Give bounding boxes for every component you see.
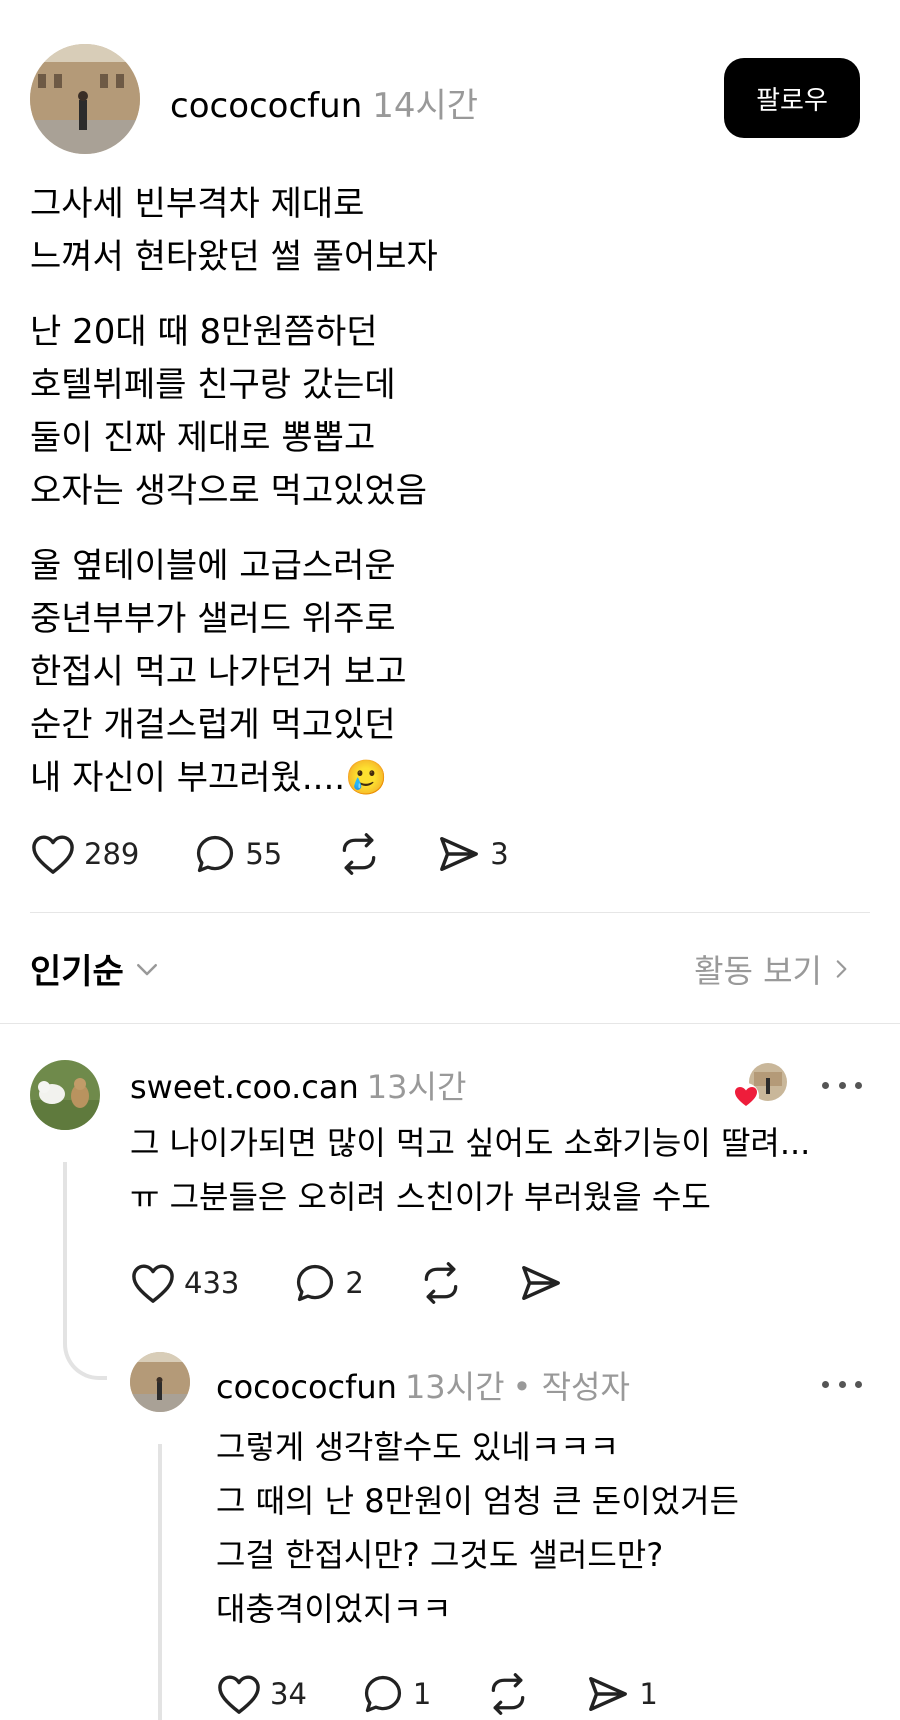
share-button[interactable]: 3: [436, 833, 509, 875]
reply-reply-button[interactable]: 1: [361, 1673, 431, 1715]
author-avatar[interactable]: [30, 44, 140, 154]
reply-username[interactable]: cocococfun: [216, 1368, 397, 1406]
repost-icon: [492, 1673, 525, 1715]
heart-icon: [132, 1264, 174, 1303]
comment-line: 그 나이가되면 많이 먹고 싶어도 소화기능이 딸려...: [130, 1124, 811, 1162]
view-activity-link[interactable]: 활동 보기: [694, 946, 854, 992]
repost-icon: [424, 1262, 458, 1304]
reply-text: 그렇게 생각할수도 있네ㅋㅋㅋ 그 때의 난 8만원이 엄청 큰 돈이었거든 그…: [216, 1420, 876, 1636]
post-time: 14시간: [372, 86, 479, 126]
comment-actions: 433 2: [130, 1261, 618, 1305]
reply-line: 대충격이었지ㅋㅋ: [216, 1590, 452, 1628]
comment-like-count: 433: [184, 1266, 240, 1300]
more-icon[interactable]: [822, 1374, 862, 1394]
divider: [30, 912, 870, 913]
comment-icon: [197, 835, 234, 873]
comment-text: 그 나이가되면 많이 먹고 싶어도 소화기능이 딸려... ㅠ 그분들은 오히려…: [130, 1116, 890, 1224]
chevron-right-icon: [836, 960, 847, 978]
reply-repost-button[interactable]: [485, 1672, 531, 1716]
post-user-line: cocococfun 14시간: [170, 78, 478, 127]
more-icon[interactable]: [822, 1075, 862, 1095]
sort-dropdown[interactable]: 인기순: [30, 944, 162, 993]
comment-icon: [364, 1675, 401, 1713]
post-line: 그사세 빈부격차 제대로: [30, 184, 365, 224]
reply-like-count: 34: [270, 1677, 307, 1711]
send-icon: [440, 837, 479, 871]
post-paragraph: 울 옆테이블에 고급스러운 중년부부가 샐러드 위주로 한접시 먹고 나가던거 …: [30, 540, 860, 805]
activity-label: 활동 보기: [694, 952, 822, 990]
post-line: 순간 개걸스럽게 먹고있던: [30, 705, 396, 745]
comment-line: ㅠ 그분들은 오히려 스친이가 부러웠을 수도: [130, 1178, 711, 1216]
post-line: 둘이 진짜 제대로 뽕뽑고: [30, 418, 376, 458]
commenter-avatar[interactable]: [30, 1060, 100, 1130]
reply-user-line: cocococfun 13시간 • 작성자: [216, 1362, 630, 1408]
author-liked-badge: [732, 1062, 788, 1114]
sort-label: 인기순: [30, 952, 124, 992]
reply-line: 그렇게 생각할수도 있네ㅋㅋㅋ: [216, 1428, 620, 1466]
reply-line: 그걸 한접시만? 그것도 샐러드만?: [216, 1536, 664, 1574]
repost-icon: [342, 833, 376, 875]
post-line: 내 자신이 부끄러웠....🥲: [30, 758, 388, 798]
comment-user-line: sweet.coo.can 13시간: [130, 1062, 466, 1108]
post-body: 그사세 빈부격차 제대로 느껴서 현타왔던 썰 풀어보자 난 20대 때 8만원…: [30, 178, 860, 827]
reply-share-count: 1: [639, 1677, 658, 1711]
reply-reply-count: 1: [412, 1677, 432, 1711]
like-button[interactable]: 289: [30, 833, 139, 875]
post-line: 울 옆테이블에 고급스러운: [30, 546, 396, 586]
reply-author-avatar[interactable]: [130, 1352, 190, 1412]
reply-time: 13시간: [404, 1368, 505, 1406]
send-icon: [589, 1677, 628, 1711]
share-count: 3: [490, 837, 509, 871]
post-line: 호텔뷔페를 친구랑 갔는데: [30, 365, 396, 405]
author-username[interactable]: cocococfun: [170, 86, 362, 126]
reply-line: 그 때의 난 8만원이 엄청 큰 돈이었거든: [216, 1482, 739, 1520]
comment-username[interactable]: sweet.coo.can: [130, 1068, 359, 1106]
heart-icon: [32, 835, 74, 874]
post-line: 중년부부가 샐러드 위주로: [30, 599, 396, 639]
divider: [0, 1023, 900, 1024]
thread-connector: [63, 1162, 107, 1380]
comment-repost-button[interactable]: [418, 1261, 464, 1305]
post-header: cocococfun 14시간 팔로우: [30, 44, 860, 154]
thread-line: [158, 1444, 162, 1720]
comment-icon: [297, 1264, 334, 1302]
like-count: 289: [84, 837, 140, 871]
send-icon: [521, 1266, 560, 1300]
reply-share-button[interactable]: 1: [585, 1673, 658, 1715]
comment-time: 13시간: [366, 1068, 467, 1106]
comment-button[interactable]: 55: [193, 833, 282, 875]
post-line: 오자는 생각으로 먹고있었음: [30, 471, 427, 511]
post-line: 한접시 먹고 나가던거 보고: [30, 652, 407, 692]
comment-count: 55: [245, 837, 283, 871]
follow-button[interactable]: 팔로우: [724, 58, 860, 138]
post-actions: 289 55 3: [30, 832, 563, 876]
heart-icon: [218, 1675, 260, 1714]
post-paragraph: 난 20대 때 8만원쯤하던 호텔뷔페를 친구랑 갔는데 둘이 진짜 제대로 뽕…: [30, 306, 860, 518]
reply-like-button[interactable]: 34: [216, 1673, 307, 1715]
comment-reply-button[interactable]: 2: [293, 1262, 364, 1304]
chevron-down-icon: [136, 963, 157, 975]
repost-button[interactable]: [336, 832, 382, 876]
post-line: 난 20대 때 8만원쯤하던: [30, 312, 378, 352]
author-badge: • 작성자: [512, 1368, 630, 1406]
comment-like-button[interactable]: 433: [130, 1262, 239, 1304]
reply-actions: 34 1 1: [216, 1672, 712, 1716]
post-paragraph: 그사세 빈부격차 제대로 느껴서 현타왔던 썰 풀어보자: [30, 178, 860, 284]
comment-share-button[interactable]: [518, 1262, 564, 1304]
post-line: 느껴서 현타왔던 썰 풀어보자: [30, 237, 438, 277]
comment-reply-count: 2: [345, 1266, 364, 1300]
